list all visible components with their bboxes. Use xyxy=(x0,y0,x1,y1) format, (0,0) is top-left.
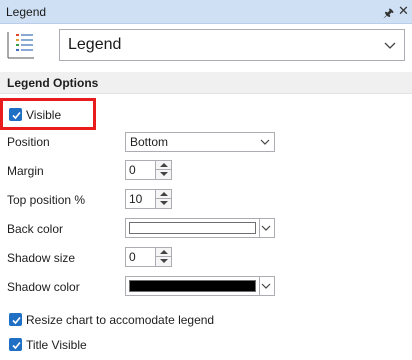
top-position-input[interactable]: 10 xyxy=(125,189,156,209)
shadow-size-label: Shadow size xyxy=(7,251,76,265)
margin-label: Margin xyxy=(7,164,44,178)
divider xyxy=(259,277,260,295)
caret-down-icon xyxy=(160,172,168,176)
pin-icon[interactable]: 🖈 xyxy=(383,4,394,25)
caret-up-icon xyxy=(160,250,168,254)
caret-down-icon xyxy=(160,201,168,205)
position-value: Bottom xyxy=(130,135,169,149)
section-title: Legend Options xyxy=(7,76,99,90)
back-color-label: Back color xyxy=(7,222,64,236)
section-header: Legend Options xyxy=(0,72,412,94)
visible-checkbox[interactable] xyxy=(9,108,22,121)
shadow-color-swatch xyxy=(129,280,256,292)
chevron-down-icon xyxy=(260,139,270,145)
visible-label: Visible xyxy=(26,108,62,122)
position-label: Position xyxy=(7,135,50,149)
top-position-value: 10 xyxy=(129,192,143,206)
caret-up-icon xyxy=(160,192,168,196)
chevron-down-icon xyxy=(384,42,396,49)
top-position-stepper[interactable]: 10 xyxy=(125,189,172,209)
chevron-down-icon xyxy=(261,283,271,289)
resize-chart-checkbox[interactable] xyxy=(9,313,22,326)
shadow-size-input[interactable]: 0 xyxy=(125,247,156,267)
spin-down-button[interactable] xyxy=(156,170,171,179)
divider xyxy=(259,219,260,237)
back-color-picker[interactable] xyxy=(125,218,275,238)
position-dropdown[interactable]: Bottom xyxy=(125,132,275,152)
panel-titlebar: Legend 🖈 ✕ xyxy=(0,0,412,24)
title-visible-label: Title Visible xyxy=(26,338,87,352)
shadow-color-label: Shadow color xyxy=(7,280,80,294)
component-select-value: Legend xyxy=(68,36,122,53)
margin-stepper[interactable]: 0 xyxy=(125,160,172,180)
top-position-spin-buttons xyxy=(155,189,172,209)
shadow-size-value: 0 xyxy=(129,250,136,264)
spin-down-button[interactable] xyxy=(156,199,171,208)
close-icon[interactable]: ✕ xyxy=(398,3,409,19)
spin-up-button[interactable] xyxy=(156,248,171,257)
title-visible-checkbox[interactable] xyxy=(9,338,22,351)
caret-up-icon xyxy=(160,163,168,167)
panel-title: Legend xyxy=(6,5,47,19)
component-select[interactable]: Legend xyxy=(59,29,405,61)
shadow-size-spin-buttons xyxy=(155,247,172,267)
margin-spin-buttons xyxy=(155,160,172,180)
resize-chart-label: Resize chart to accomodate legend xyxy=(26,313,215,327)
spin-down-button[interactable] xyxy=(156,257,171,266)
spin-up-button[interactable] xyxy=(156,190,171,199)
shadow-color-picker[interactable] xyxy=(125,276,275,296)
margin-value: 0 xyxy=(129,163,136,177)
back-color-swatch xyxy=(129,222,256,234)
margin-input[interactable]: 0 xyxy=(125,160,156,180)
spin-up-button[interactable] xyxy=(156,161,171,170)
chevron-down-icon xyxy=(261,225,271,231)
top-position-label: Top position % xyxy=(7,193,86,207)
caret-down-icon xyxy=(160,259,168,263)
shadow-size-stepper[interactable]: 0 xyxy=(125,247,172,267)
legend-list-icon xyxy=(7,32,34,59)
